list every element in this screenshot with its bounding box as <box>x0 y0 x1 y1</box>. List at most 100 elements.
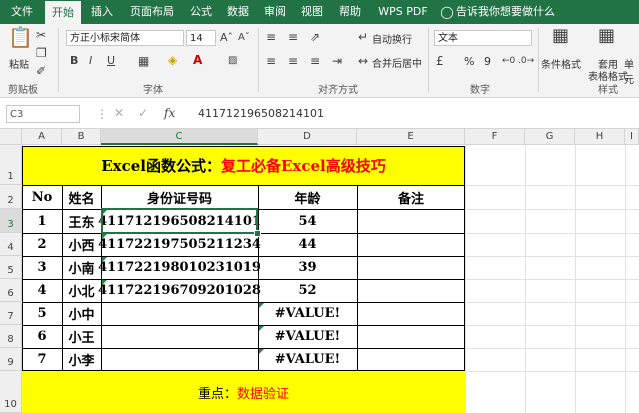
cell-age[interactable]: 44 <box>258 233 357 256</box>
align-left-icon[interactable]: ≡ <box>266 54 276 68</box>
bold-button[interactable]: B <box>70 54 78 68</box>
tab-page-layout[interactable]: 页面布局 <box>124 0 180 24</box>
align-top-icon[interactable]: ≡ <box>266 30 276 44</box>
row-header[interactable]: 8 <box>0 325 22 348</box>
currency-icon[interactable]: £ <box>436 54 444 68</box>
cell-no[interactable]: 1 <box>22 209 62 233</box>
error-indicator-icon[interactable] <box>259 349 264 354</box>
percent-button[interactable]: % <box>464 55 474 68</box>
cancel-icon[interactable]: ✕ <box>114 106 124 120</box>
column-header[interactable]: B <box>62 129 101 145</box>
enter-icon[interactable]: ✓ <box>138 106 148 120</box>
sheet-title[interactable]: Excel函数公式： 复工必备Excel高级技巧 <box>22 146 465 185</box>
fill-color-icon[interactable]: ◈ <box>168 53 177 67</box>
error-indicator-icon[interactable] <box>102 257 107 262</box>
wrap-text-icon[interactable]: ↵ <box>358 30 368 44</box>
cell-no[interactable]: 4 <box>22 279 62 302</box>
header-note[interactable]: 备注 <box>357 185 465 209</box>
header-name[interactable]: 姓名 <box>62 185 101 209</box>
conditional-format-icon[interactable]: ▦ <box>552 27 569 45</box>
cell-id[interactable] <box>101 325 258 348</box>
tab-insert[interactable]: 插入 <box>86 0 118 24</box>
row-header[interactable]: 1 <box>0 145 22 185</box>
cell-id[interactable]: 411722197505211234 <box>98 233 261 256</box>
row-header[interactable]: 9 <box>0 348 22 371</box>
cell-name[interactable]: 小北 <box>62 279 101 302</box>
align-middle-icon[interactable]: ≡ <box>288 30 298 44</box>
underline-button[interactable]: U <box>107 54 115 68</box>
format-painter-icon[interactable]: ✐ <box>36 64 46 78</box>
tab-wps-pdf[interactable]: WPS PDF <box>373 0 433 24</box>
cell-age[interactable]: #VALUE! <box>258 302 357 325</box>
increase-decimal-icon[interactable]: ←0 <box>502 54 515 68</box>
row-header[interactable]: 2 <box>0 185 22 209</box>
header-no[interactable]: No <box>22 185 62 209</box>
font-name-select[interactable]: 方正小标宋简体 <box>66 30 184 46</box>
cell-id[interactable] <box>101 302 258 325</box>
cell-name[interactable]: 小中 <box>62 302 101 325</box>
error-indicator-icon[interactable] <box>259 326 264 331</box>
error-indicator-icon[interactable] <box>102 280 107 285</box>
borders-icon[interactable]: ▦ <box>138 54 149 68</box>
cell-id[interactable] <box>101 348 258 371</box>
decrease-font-icon[interactable]: Aˇ <box>238 31 250 45</box>
cell-no[interactable]: 6 <box>22 325 62 348</box>
tab-data[interactable]: 数据 <box>222 0 254 24</box>
column-header[interactable]: G <box>525 129 575 145</box>
cell-name[interactable]: 小南 <box>62 256 101 279</box>
column-header[interactable]: I <box>625 129 639 145</box>
tab-file[interactable]: 文件 <box>4 0 40 24</box>
increase-font-icon[interactable]: Aˆ <box>220 31 233 45</box>
column-header[interactable]: F <box>465 129 525 145</box>
italic-button[interactable]: I <box>89 54 92 68</box>
wrap-text-button[interactable]: 自动换行 <box>372 31 412 46</box>
column-header[interactable]: H <box>575 129 625 145</box>
table-format-icon[interactable]: ▦ <box>598 27 615 45</box>
select-all-corner[interactable] <box>0 129 22 145</box>
decrease-decimal-icon[interactable]: .0→ <box>518 54 534 68</box>
row-header[interactable]: 5 <box>0 256 22 279</box>
paste-icon[interactable]: 📋 <box>8 27 33 47</box>
merge-center-icon[interactable]: ↔ <box>358 54 368 68</box>
tab-home[interactable]: 开始 <box>45 0 81 25</box>
orientation-icon[interactable]: ⇗ <box>310 30 320 44</box>
cell-name[interactable]: 小王 <box>62 325 101 348</box>
formula-input[interactable]: 411712196508214101 <box>198 107 324 120</box>
cell-name[interactable]: 小西 <box>62 233 101 256</box>
cell-no[interactable]: 2 <box>22 233 62 256</box>
insert-function-button[interactable]: fx <box>164 106 175 120</box>
merge-center-button[interactable]: 合并后居中 <box>372 55 422 70</box>
row-header[interactable]: 4 <box>0 233 22 256</box>
tab-help[interactable]: 帮助 <box>334 0 366 24</box>
cell-age[interactable]: 54 <box>258 209 357 233</box>
name-box[interactable]: C3 <box>6 105 80 123</box>
font-size-select[interactable]: 14 <box>186 30 216 46</box>
error-indicator-icon[interactable] <box>102 234 107 239</box>
tab-view[interactable]: 视图 <box>296 0 328 24</box>
cell-style-button[interactable]: 单元 <box>624 56 639 86</box>
cell-name[interactable]: 王东 <box>62 209 101 233</box>
indent-icon[interactable]: ⇥ <box>332 54 342 68</box>
footer-note[interactable]: 重点： 数据验证 <box>22 372 465 413</box>
active-cell-selection[interactable] <box>101 208 258 234</box>
cell-no[interactable]: 7 <box>22 348 62 371</box>
cell-no[interactable]: 3 <box>22 256 62 279</box>
align-center-icon[interactable]: ≡ <box>288 54 298 68</box>
error-indicator-icon[interactable] <box>259 303 264 308</box>
conditional-format-button[interactable]: 条件格式 <box>541 56 581 71</box>
align-right-icon[interactable]: ≡ <box>310 54 320 68</box>
column-header[interactable]: A <box>22 129 62 145</box>
fill-handle[interactable] <box>254 230 261 237</box>
row-header[interactable]: 3 <box>0 209 22 233</box>
number-format-select[interactable]: 文本 <box>434 30 532 46</box>
cell-age[interactable]: #VALUE! <box>258 325 357 348</box>
cell-name[interactable]: 小李 <box>62 348 101 371</box>
cell-age[interactable]: 39 <box>258 256 357 279</box>
copy-icon[interactable]: ❐ <box>36 46 47 60</box>
header-age[interactable]: 年龄 <box>258 185 357 209</box>
column-header[interactable]: E <box>357 129 465 145</box>
header-id[interactable]: 身份证号码 <box>101 185 258 209</box>
comma-style-button[interactable]: 9 <box>484 55 491 68</box>
cell-no[interactable]: 5 <box>22 302 62 325</box>
font-color-icon[interactable]: A <box>193 53 202 67</box>
